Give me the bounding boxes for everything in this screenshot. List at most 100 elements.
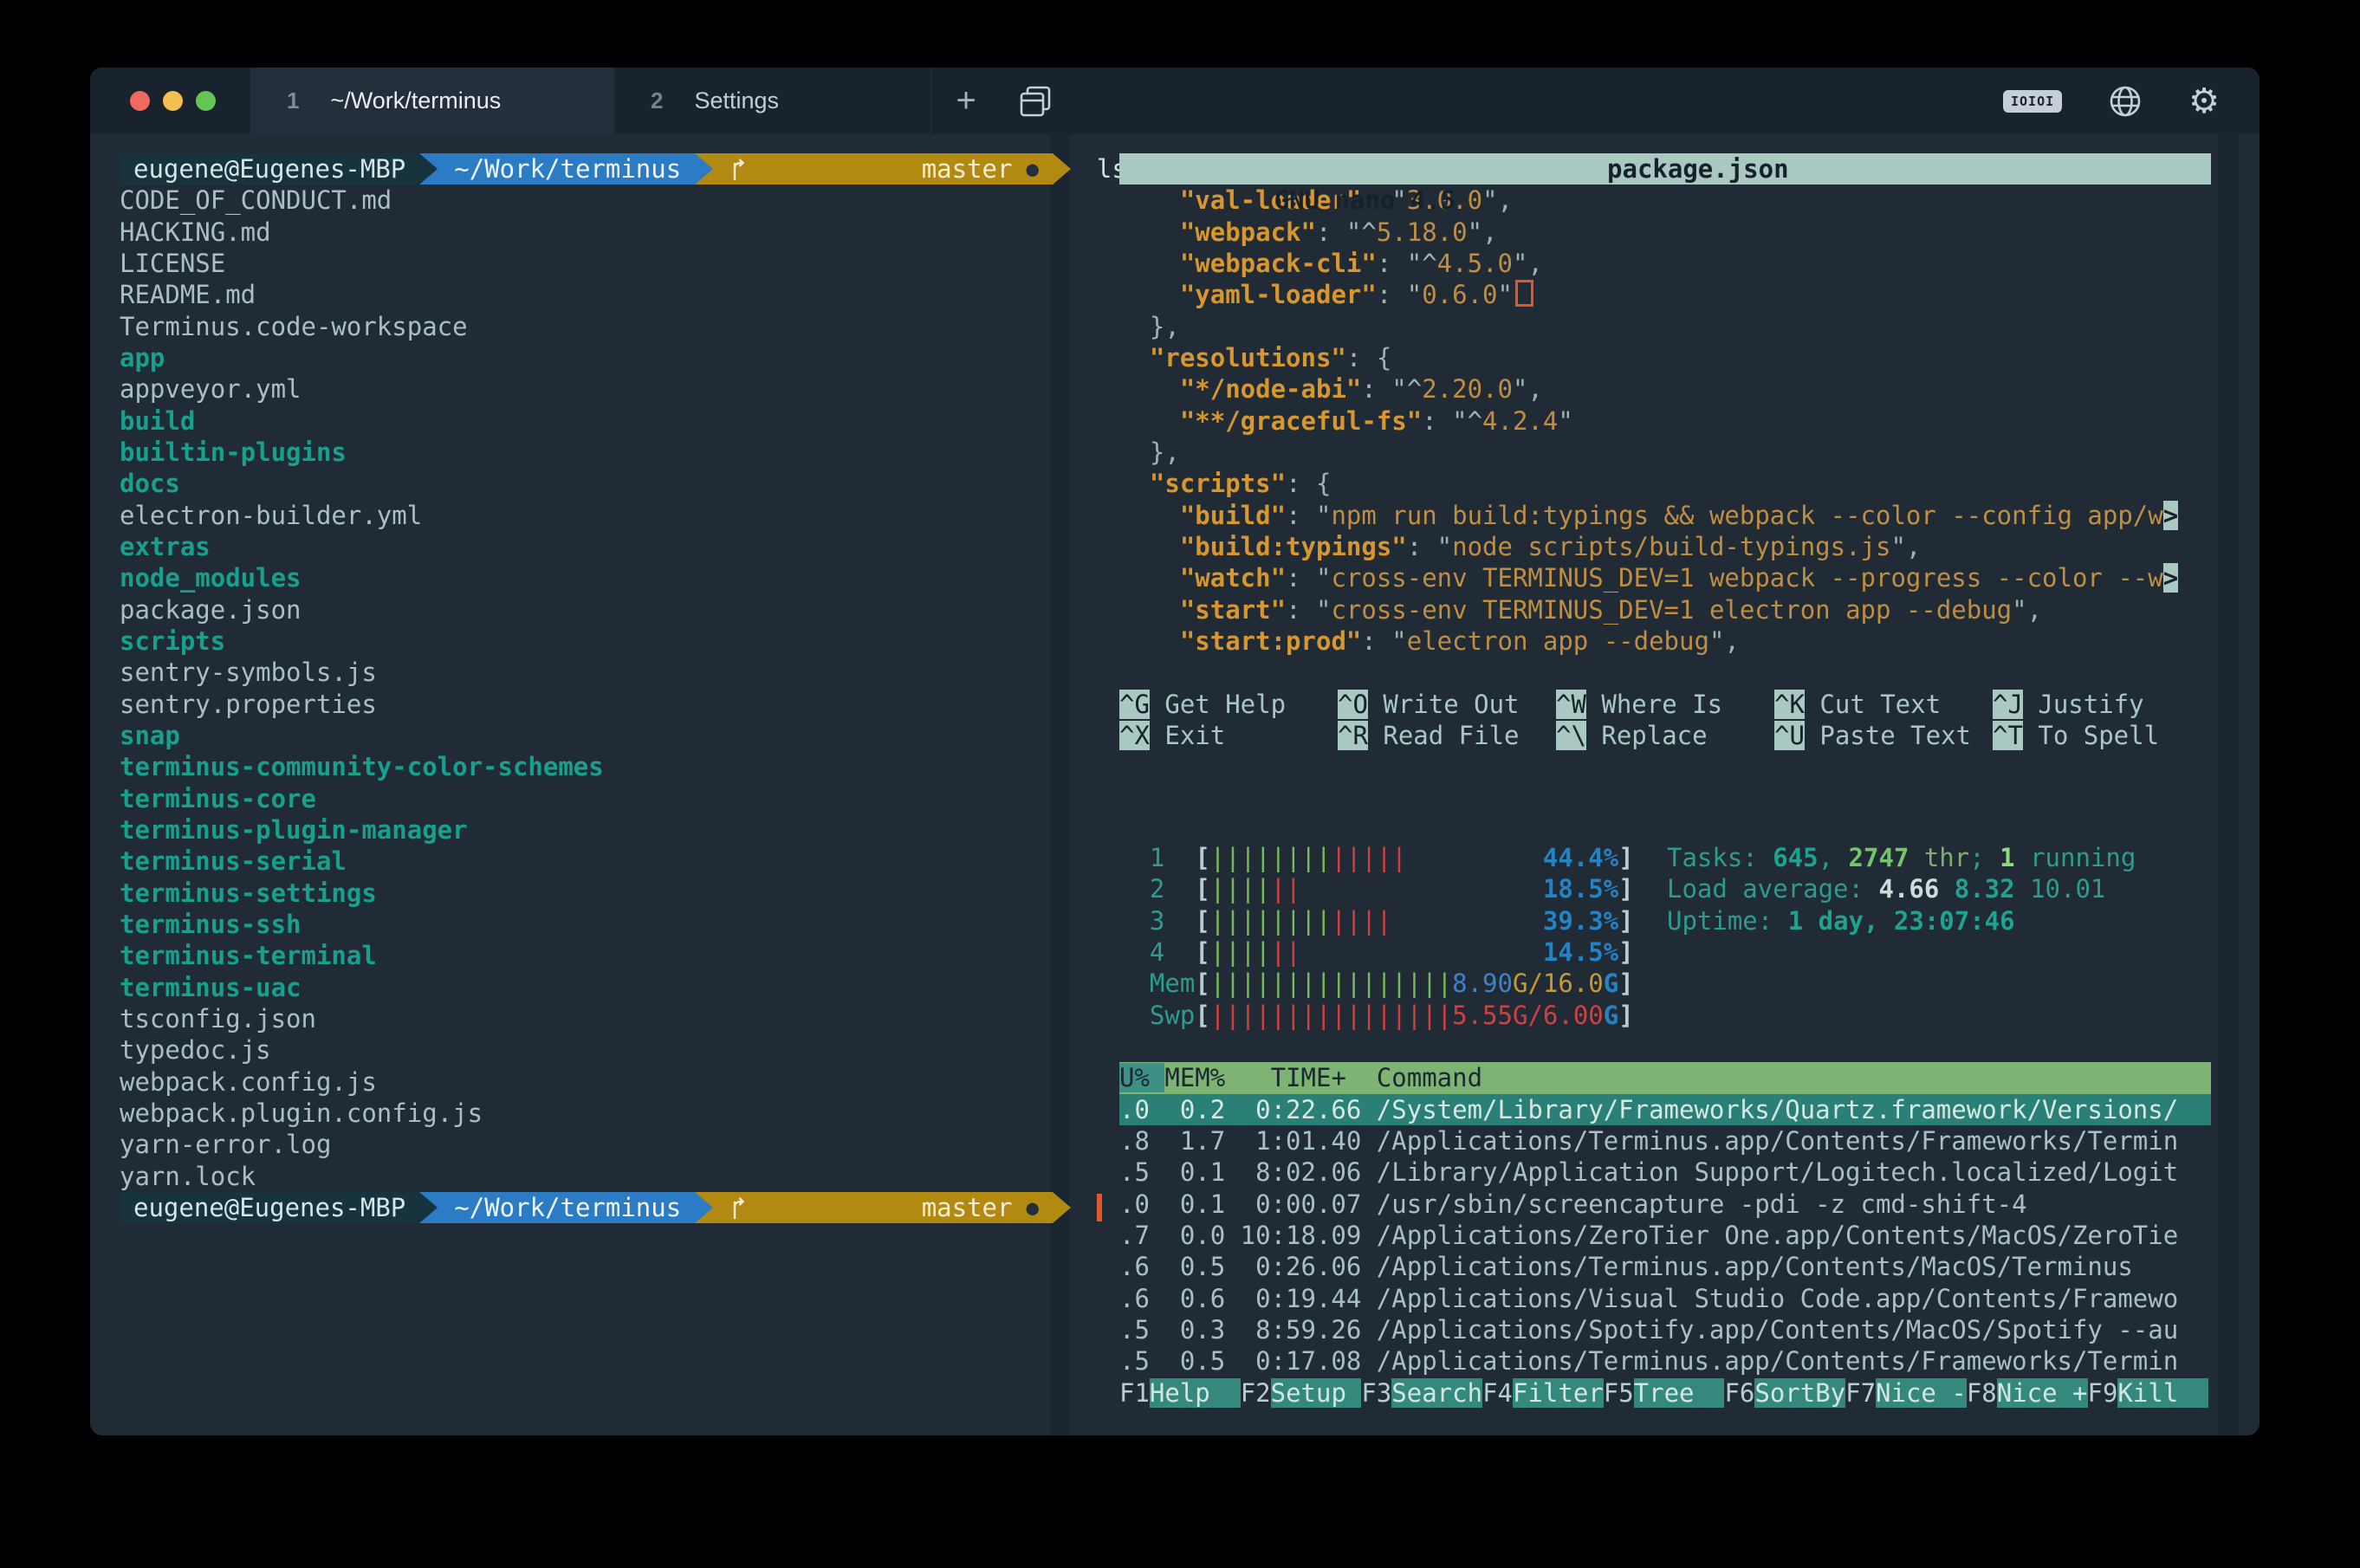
process-row[interactable]: .6 0.6 0:19.44 /Applications/Visual Stud… (1119, 1283, 2211, 1314)
serial-port-icon[interactable]: IOIOI (2003, 90, 2062, 113)
right-pane-scrollbar[interactable] (2218, 134, 2239, 1435)
meter-value: G (1604, 1001, 1618, 1030)
meter-bars: || (1271, 937, 1301, 967)
process-row[interactable]: .5 0.1 8:02.06 /Library/Application Supp… (1119, 1157, 2211, 1188)
nano-shortcut: ^K Cut Text (1774, 689, 1993, 720)
process-row[interactable]: .0 0.2 0:22.66 /System/Library/Framework… (1119, 1094, 2211, 1125)
directory-name: builtin-plugins (120, 437, 347, 467)
titlebar-right-icons: IOIOI ⚙ (2003, 68, 2260, 134)
minimize-window-button[interactable] (163, 91, 183, 111)
close-window-button[interactable] (130, 91, 150, 111)
json-value: 5.18.0 (1377, 217, 1468, 247)
meter-label: 2 (1119, 874, 1195, 904)
globe-icon[interactable] (2107, 83, 2143, 120)
nano-code-line: "build:typings": "node scripts/build-typ… (1119, 531, 2260, 562)
json-key: "scripts" (1150, 469, 1286, 498)
function-key-label: SortBy (1754, 1378, 1845, 1408)
directory-name: extras (120, 532, 211, 561)
json-value: cross-env TERMINUS_DEV=1 electron app --… (1331, 595, 2012, 625)
new-tab-button[interactable]: + (931, 68, 1001, 134)
nano-shortcut-bar: ^G Get Help^O Write Out^W Where Is^K Cut… (1119, 689, 2260, 752)
directory-name: app (120, 343, 165, 373)
git-dirty-dot-icon: ● (1026, 153, 1038, 185)
meter-bars: |||| (1331, 906, 1391, 936)
json-punctuation: : { (1346, 343, 1391, 373)
nano-code-line: "watch": "cross-env TERMINUS_DEV=1 webpa… (1119, 562, 2260, 593)
split-layout-button[interactable] (1001, 68, 1070, 134)
json-key: "start:prod" (1180, 626, 1362, 656)
column-headers: MEM% TIME+ Command (1164, 1063, 1482, 1092)
nano-code-line: "start": "cross-env TERMINUS_DEV=1 elect… (1119, 594, 2260, 625)
file-entry: typedoc.js (120, 1034, 1086, 1066)
nano-shortcut: ^T To Spell (1993, 720, 2211, 751)
meter-bars: |||| (1210, 874, 1271, 904)
file-entry: tsconfig.json (120, 1003, 1086, 1034)
powerline-arrow-icon (419, 153, 438, 185)
process-row[interactable]: .5 0.5 0:17.08 /Applications/Terminus.ap… (1119, 1345, 2211, 1377)
directory-name: terminus-core (120, 784, 316, 813)
function-key-label: Kill (2117, 1378, 2208, 1408)
file-name: sentry-symbols.js (120, 658, 377, 687)
function-key: F5 (1604, 1378, 1634, 1408)
htop-process-list: .0 0.2 0:22.66 /System/Library/Framework… (1119, 1094, 2260, 1377)
json-key: "resolutions" (1150, 343, 1346, 373)
file-entry: terminus-uac (120, 972, 1086, 1003)
shortcut-label: Cut Text (1805, 690, 1941, 719)
git-branch-name: master (922, 153, 1013, 185)
left-pane-scrollbar[interactable] (1050, 134, 1069, 1435)
file-entry: terminus-ssh (120, 909, 1086, 940)
process-row[interactable]: .5 0.3 8:59.26 /Applications/Spotify.app… (1119, 1314, 2211, 1345)
tab-index: 1 (287, 87, 299, 114)
meter-label: 3 (1119, 906, 1195, 936)
file-name: LICENSE (120, 249, 225, 278)
file-name: yarn.lock (120, 1162, 256, 1191)
prompt-path-segment: ~/Work/terminus (419, 153, 695, 185)
nano-titlebar: GNU nano 4.5 package.json (1119, 153, 2211, 185)
terminal-pane-right[interactable]: GNU nano 4.5 package.json "val-loader": … (1086, 134, 2260, 1435)
file-name: Terminus.code-workspace (120, 312, 468, 341)
blank-line (1119, 1031, 2260, 1062)
git-branch-name: master (922, 1192, 1013, 1223)
spacer (1119, 751, 2260, 842)
directory-name: terminus-plugin-manager (120, 815, 468, 845)
json-punctuation: " (1498, 280, 1513, 309)
powerline-arrow-icon (1053, 153, 1071, 185)
gear-icon[interactable]: ⚙ (2188, 84, 2220, 119)
meter-bracket: ] (1618, 906, 1633, 936)
process-row[interactable]: .0 0.1 0:00.07 /usr/sbin/screencapture -… (1119, 1189, 2211, 1220)
shortcut-key: ^K (1774, 690, 1805, 719)
file-entry: scripts (120, 625, 1086, 657)
json-punctuation: : " (1286, 563, 1331, 593)
json-punctuation: : "^ (1316, 217, 1377, 247)
file-entry: appveyor.yml (120, 373, 1086, 405)
process-row[interactable]: .6 0.5 0:26.06 /Applications/Terminus.ap… (1119, 1251, 2211, 1282)
prompt-path-segment: ~/Work/terminus (419, 1192, 695, 1223)
meter-label: Mem (1119, 969, 1195, 998)
file-entry: electron-builder.yml (120, 500, 1086, 531)
meter-bracket: ] (1618, 969, 1633, 998)
htop-meter: Mem[||||||||||||||||8.90G/16.0G] (1119, 968, 2260, 999)
terminal-split-view: eugene@Eugenes-MBP ~/Work/terminus maste… (90, 134, 2260, 1435)
json-punctuation: ", (1890, 532, 1921, 561)
meter-padding (1301, 937, 1543, 967)
json-key: "*/node-abi" (1180, 374, 1362, 404)
prompt-user-segment: eugene@Eugenes-MBP (120, 153, 419, 185)
nano-shortcut: ^J Justify (1993, 689, 2211, 720)
function-key-label: Filter (1513, 1378, 1604, 1408)
process-row[interactable]: .7 0.0 10:18.09 /Applications/ZeroTier O… (1119, 1220, 2211, 1251)
split-panes-icon (1018, 84, 1053, 119)
process-row[interactable]: .8 1.7 1:01.40 /Applications/Terminus.ap… (1119, 1125, 2211, 1157)
json-punctuation (1119, 469, 1150, 498)
line-continuation-marker: > (2163, 501, 2178, 530)
json-punctuation: ", (1513, 249, 1543, 278)
zoom-window-button[interactable] (196, 91, 216, 111)
htop-summary: Tasks: 645, 2747 thr; 1 runningLoad aver… (1667, 842, 2136, 936)
prompt-user-segment: eugene@Eugenes-MBP (120, 1192, 419, 1223)
terminal-pane-left[interactable]: eugene@Eugenes-MBP ~/Work/terminus maste… (90, 134, 1086, 1435)
nano-version-label: GNU nano 4.5 (1241, 185, 1456, 215)
file-entry: HACKING.md (120, 217, 1086, 248)
tab-work-terminus[interactable]: 1 ~/Work/terminus (250, 68, 614, 134)
htop-table-header[interactable]: U% MEM% TIME+ Command (1119, 1062, 2211, 1093)
function-key-label: Search (1391, 1378, 1482, 1408)
summary-segment: 2747 (1849, 843, 1909, 872)
